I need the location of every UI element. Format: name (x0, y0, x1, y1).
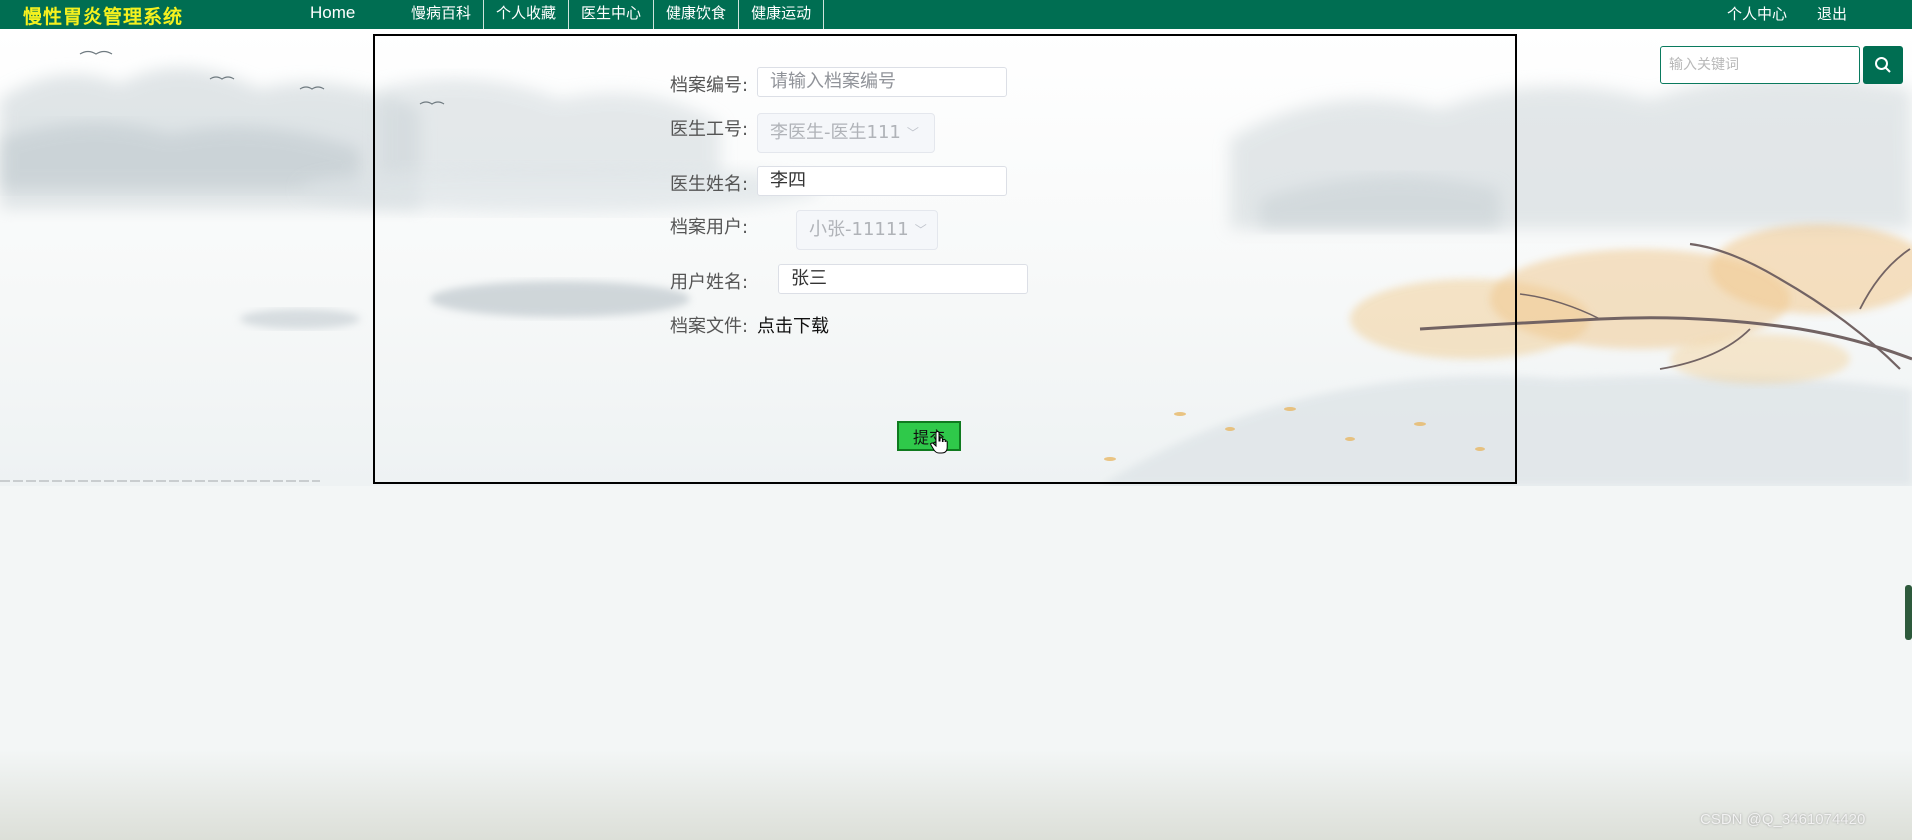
doctor-id-select: 李医生-医生111 ﹀ (757, 113, 935, 153)
search-button[interactable] (1863, 46, 1903, 84)
watermark: CSDN @Q_3461074420 (1700, 811, 1866, 828)
search-icon (1875, 57, 1891, 73)
nav-item-healthy-diet[interactable]: 健康饮食 (654, 0, 740, 29)
submit-button[interactable]: 提交 (897, 421, 961, 451)
nav-item-doctor-center[interactable]: 医生中心 (569, 0, 655, 29)
archive-user-label: 档案用户: (670, 217, 749, 238)
archive-user-select: 小张-11111 ﹀ (796, 210, 938, 250)
top-nav-bar: 慢性胃炎管理系统 Home 慢病百科 个人收藏 医生中心 健康饮食 健康运动 个… (0, 0, 1912, 29)
nav-item-disease-wiki[interactable]: 慢病百科 (399, 0, 485, 29)
scrollbar-thumb[interactable] (1905, 585, 1912, 640)
nav-item-healthy-exercise[interactable]: 健康运动 (739, 0, 825, 29)
doctor-name-field[interactable]: 李四 (757, 166, 1007, 196)
user-center-link[interactable]: 个人中心 (1727, 3, 1787, 24)
archive-no-field[interactable] (757, 67, 1007, 97)
archive-user-value: 小张-11111 (809, 219, 909, 240)
archive-no-label: 档案编号: (670, 75, 749, 96)
archive-form-panel (373, 34, 1517, 484)
logout-link[interactable]: 退出 (1817, 3, 1847, 24)
nav-home-link[interactable]: Home (310, 3, 355, 23)
chevron-down-icon: ﹀ (914, 223, 927, 237)
nav-menu: 慢病百科 个人收藏 医生中心 健康饮食 健康运动 (399, 0, 825, 29)
chevron-down-icon: ﹀ (906, 126, 919, 140)
nav-item-favorites[interactable]: 个人收藏 (484, 0, 570, 29)
doctor-name-label: 医生姓名: (670, 174, 749, 195)
archive-file-label: 档案文件: (670, 316, 749, 337)
footer-fade (0, 750, 1912, 840)
user-name-field[interactable]: 张三 (778, 264, 1028, 294)
doctor-id-label: 医生工号: (670, 119, 749, 140)
hand-cursor-icon (930, 431, 948, 454)
site-brand[interactable]: 慢性胃炎管理系统 (23, 2, 183, 29)
user-name-label: 用户姓名: (670, 272, 749, 293)
download-link[interactable]: 点击下载 (757, 312, 829, 338)
search-input[interactable] (1660, 46, 1860, 84)
doctor-id-value: 李医生-医生111 (770, 122, 901, 143)
archive-no-input[interactable] (770, 68, 994, 95)
